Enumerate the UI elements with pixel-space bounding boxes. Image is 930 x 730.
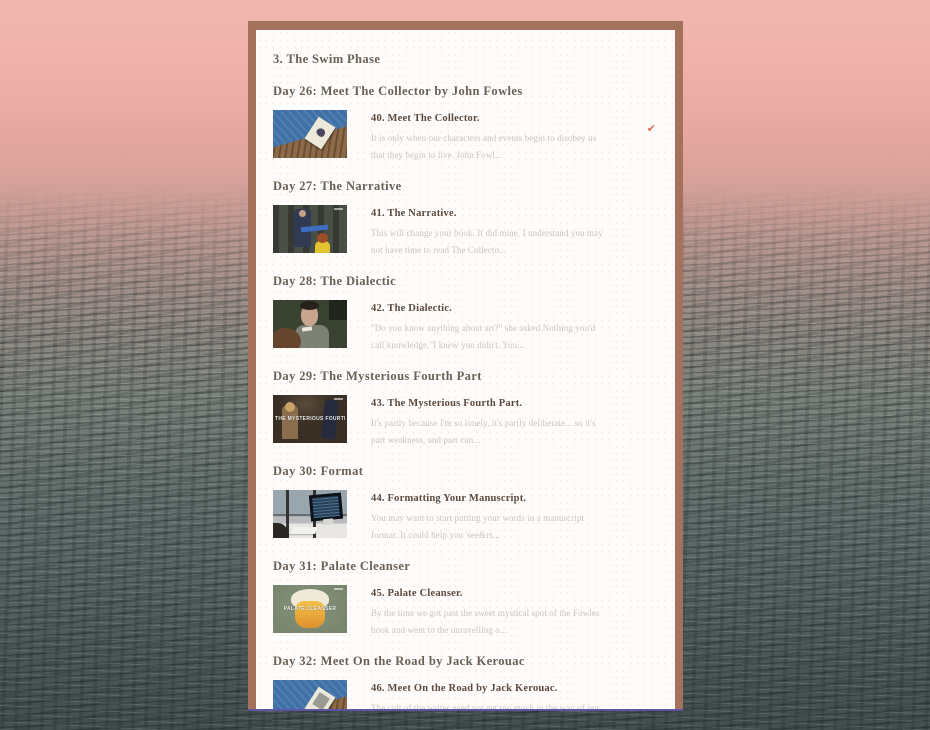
day-heading-30: Day 30: Format (273, 464, 364, 478)
thumb-corner-mark (334, 208, 343, 210)
lesson-thumbnail-movie-scene[interactable] (273, 205, 347, 253)
lesson-text: 40. Meet The Collector. It is only when … (371, 110, 611, 163)
lesson-title[interactable]: 45. Palate Cleanser. (371, 587, 611, 600)
lesson-title[interactable]: 40. Meet The Collector. (371, 112, 611, 125)
lesson-row[interactable]: THE MYSTERIOUS FOURTH PART 43. The Myste… (273, 395, 658, 448)
thumb-overlay-title: THE MYSTERIOUS FOURTH PART (275, 416, 345, 423)
day-heading-26: Day 26: Meet The Collector by John Fowle… (273, 84, 523, 98)
lesson-title[interactable]: 41. The Narrative. (371, 207, 611, 220)
day-heading-28: Day 28: The Dialectic (273, 274, 397, 288)
lesson-description: It's partly because I'm so lonely, it's … (371, 418, 596, 445)
day-heading-27: Day 27: The Narrative (273, 179, 402, 193)
thumb-beer-shape (295, 601, 325, 628)
lesson-row[interactable]: 40. Meet The Collector. It is only when … (273, 110, 658, 163)
lesson-row[interactable]: 41. The Narrative. This will change your… (273, 205, 658, 258)
lesson-row[interactable]: PALATE CLEANSER 45. Palate Cleanser. By … (273, 585, 658, 638)
lesson-row[interactable]: 46. Meet On the Road by Jack Kerouac. Th… (273, 680, 658, 709)
lesson-description: It is only when our characters and event… (371, 133, 597, 160)
thumb-corner-mark (334, 588, 343, 590)
lesson-description: This will change your book. It did mine.… (371, 228, 603, 255)
lesson-thumbnail-dark-scene[interactable]: THE MYSTERIOUS FOURTH PART (273, 395, 347, 443)
thumb-overlay-title: PALATE CLEANSER (283, 606, 337, 613)
lesson-thumbnail-book-on-pool-deck[interactable] (273, 110, 347, 158)
lesson-text: 46. Meet On the Road by Jack Kerouac. Th… (371, 680, 611, 709)
lesson-text: 43. The Mysterious Fourth Part. It's par… (371, 395, 611, 448)
lesson-thumbnail-beer-glass[interactable]: PALATE CLEANSER (273, 585, 347, 633)
lesson-row[interactable]: 44. Formatting Your Manuscript. You may … (273, 490, 658, 543)
lesson-title[interactable]: 43. The Mysterious Fourth Part. (371, 397, 611, 410)
completed-check-icon: ✔ (646, 123, 656, 135)
lesson-description: By the time we got past the sweet mystic… (371, 608, 600, 635)
day-heading-32: Day 32: Meet On the Road by Jack Kerouac (273, 654, 525, 668)
lesson-title[interactable]: 42. The Dialectic. (371, 302, 611, 315)
lesson-text: 42. The Dialectic. "Do you know anything… (371, 300, 611, 353)
lesson-text: 44. Formatting Your Manuscript. You may … (371, 490, 611, 543)
lesson-thumbnail-book-on-pool-deck[interactable] (273, 680, 347, 709)
lesson-text: 41. The Narrative. This will change your… (371, 205, 611, 258)
thumb-face-shape (300, 301, 319, 326)
course-outline-card: 3. The Swim Phase Day 26: Meet The Colle… (256, 30, 675, 709)
course-outline-content: 3. The Swim Phase Day 26: Meet The Colle… (256, 30, 675, 709)
lesson-description: You may want to start putting your words… (371, 513, 585, 540)
lesson-row[interactable]: 42. The Dialectic. "Do you know anything… (273, 300, 658, 353)
section-title: 3. The Swim Phase (273, 52, 381, 66)
day-heading-29: Day 29: The Mysterious Fourth Part (273, 369, 482, 383)
lesson-text: 45. Palate Cleanser. By the time we got … (371, 585, 611, 638)
lesson-title[interactable]: 46. Meet On the Road by Jack Kerouac. (371, 682, 611, 695)
lesson-thumbnail-closeup-face[interactable] (273, 300, 347, 348)
thumb-keyboard-shape (288, 527, 320, 534)
thumb-shadow-shape (273, 523, 288, 538)
thumb-woman-shape (315, 233, 330, 253)
thumb-monitor-shape (308, 492, 344, 522)
lesson-description: "Do you know anything about art?" she as… (371, 323, 596, 350)
lesson-thumbnail-desk-computer[interactable] (273, 490, 347, 538)
day-heading-31: Day 31: Palate Cleanser (273, 559, 411, 573)
lesson-title[interactable]: 44. Formatting Your Manuscript. (371, 492, 611, 505)
course-outline-frame: 3. The Swim Phase Day 26: Meet The Colle… (248, 21, 683, 711)
thumb-corner-mark (334, 398, 343, 400)
lesson-description: The cult of the writer need not get too … (371, 703, 600, 709)
